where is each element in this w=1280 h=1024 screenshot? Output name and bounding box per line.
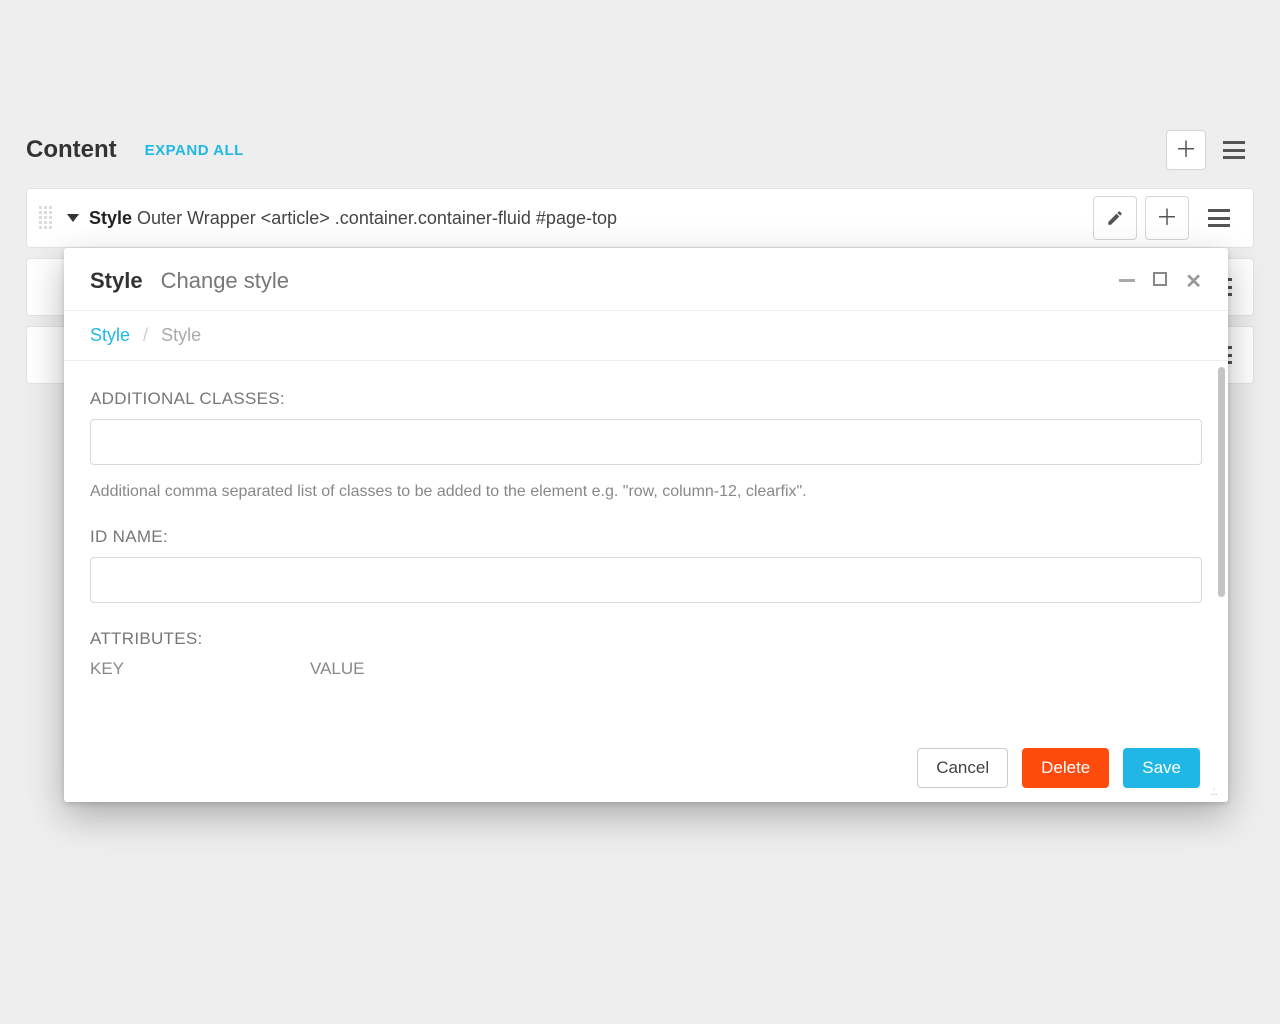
minimize-icon [1119,279,1135,282]
edit-block-button[interactable] [1093,196,1137,240]
drag-handle-icon[interactable] [39,206,53,230]
block-descriptor: Outer Wrapper <article> .container.conta… [137,208,617,228]
add-block-button[interactable]: ＋ [1166,130,1206,170]
dialog-header: Style Change style ✕ [64,248,1228,310]
add-child-button[interactable]: ＋ [1145,196,1189,240]
breadcrumb-current: Style [161,325,201,345]
expand-all-link[interactable]: EXPAND ALL [145,142,244,159]
cancel-button[interactable]: Cancel [917,748,1008,788]
additional-classes-help: Additional comma separated list of class… [90,483,1202,501]
breadcrumb: Style / Style [64,311,1228,360]
close-button[interactable]: ✕ [1185,269,1202,294]
page-menu-button[interactable] [1214,130,1254,170]
content-title: Content [26,136,117,164]
id-name-input[interactable] [90,557,1202,603]
style-dialog: Style Change style ✕ Style / Style ADDIT… [64,248,1228,802]
additional-classes-input[interactable] [90,419,1202,465]
maximize-button[interactable] [1153,269,1167,294]
additional-classes-label: ADDITIONAL CLASSES: [90,389,1202,409]
hamburger-icon [1223,141,1245,159]
pencil-icon [1106,209,1124,227]
breadcrumb-root[interactable]: Style [90,325,130,345]
dialog-footer: Cancel Delete Save [64,734,1228,802]
attributes-key-header: KEY [90,659,270,679]
block-name: Style [89,208,132,228]
style-block-row: Style Outer Wrapper <article> .container… [26,188,1254,248]
attributes-label: ATTRIBUTES: [90,629,1202,649]
dialog-body: ADDITIONAL CLASSES: Additional comma sep… [64,361,1228,734]
resize-grip-icon[interactable] [1210,784,1224,798]
maximize-icon [1153,272,1167,286]
delete-button[interactable]: Delete [1022,748,1109,788]
block-menu-button[interactable] [1197,196,1241,240]
scrollbar-thumb[interactable] [1218,367,1225,597]
minimize-button[interactable] [1119,269,1135,294]
breadcrumb-separator: / [143,325,148,345]
attributes-value-header: VALUE [310,659,365,679]
dialog-subtitle: Change style [161,268,289,294]
page-header: Content EXPAND ALL ＋ [26,130,1254,170]
close-icon: ✕ [1185,271,1202,293]
hamburger-icon [1208,209,1230,227]
collapse-toggle-icon[interactable] [67,214,79,222]
dialog-title: Style [90,268,143,294]
save-button[interactable]: Save [1123,748,1200,788]
id-name-label: ID NAME: [90,527,1202,547]
plus-icon: ＋ [1175,139,1197,161]
plus-icon: ＋ [1156,207,1178,229]
block-title: Style Outer Wrapper <article> .container… [89,208,617,229]
